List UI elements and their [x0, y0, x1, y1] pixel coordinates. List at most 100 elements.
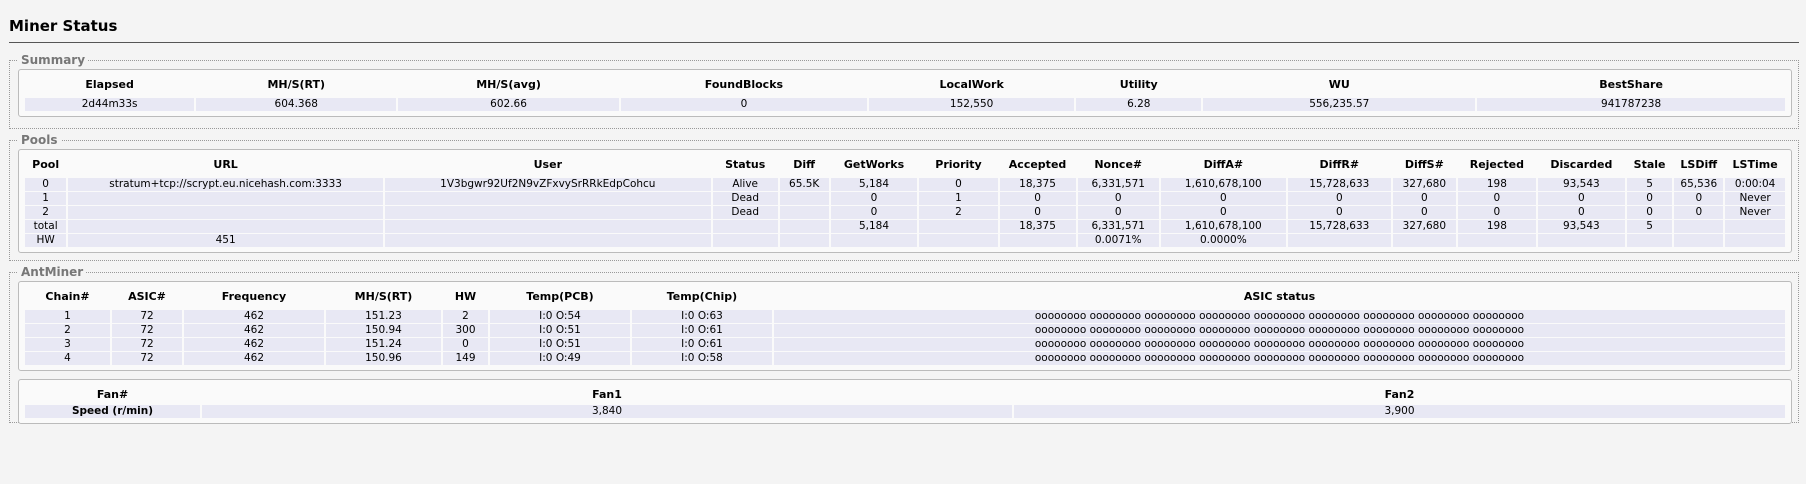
table-cell: 0	[830, 192, 918, 205]
table-cell	[779, 234, 829, 247]
table-cell: 1	[25, 310, 110, 323]
table-cell: 0	[1160, 206, 1286, 219]
table-cell: 1V3bgwr92Uf2N9vZFxvySrRRkEdpCohcu	[385, 178, 711, 191]
table-cell: Dead	[712, 192, 778, 205]
summary-header: Elapsed	[85, 78, 134, 91]
table-cell	[385, 220, 711, 233]
table-cell: oooooooo oooooooo oooooooo oooooooo oooo…	[774, 310, 1785, 323]
table-cell: 0	[25, 178, 67, 191]
table-cell	[779, 220, 829, 233]
antminer-header: Temp(PCB)	[526, 290, 594, 303]
table-cell: 72	[112, 352, 182, 365]
table-cell: 0	[1392, 206, 1456, 219]
table-cell	[1537, 234, 1625, 247]
chain-row: 3 72 462 151.24 0 I:0 O:51 I:0 O:61 oooooooo oo…	[25, 338, 1785, 351]
table-cell: 0.0071%	[1077, 234, 1159, 247]
summary-best-share: 941787238	[1477, 98, 1785, 111]
table-cell: I:0 O:51	[490, 338, 630, 351]
table-cell: 4	[25, 352, 110, 365]
table-cell: 462	[184, 310, 324, 323]
table-cell: 0	[1537, 192, 1625, 205]
table-cell	[779, 206, 829, 219]
table-cell: I:0 O:51	[490, 324, 630, 337]
antminer-fan-box: Fan# Fan1 Fan2 Speed (r/min) 3,840 3,900	[18, 379, 1792, 424]
table-cell	[712, 220, 778, 233]
table-cell	[830, 234, 918, 247]
table-cell: HW	[25, 234, 67, 247]
table-cell: 198	[1457, 178, 1536, 191]
antminer-header: HW	[454, 290, 477, 303]
pools-header: LSDiff	[1680, 158, 1718, 171]
table-cell: Never	[1725, 206, 1785, 219]
table-cell: 93,543	[1537, 220, 1625, 233]
table-cell: 15,728,633	[1287, 178, 1391, 191]
pool-row: total 5,184 18,375 6,331,571 1,610,678,100 15…	[25, 220, 1785, 233]
pools-box: Pool URL User Status Diff GetWorks Prior…	[18, 149, 1792, 253]
fan-header: Fan#	[96, 388, 129, 401]
summary-mhs-avg: 602.66	[398, 98, 619, 111]
summary-values-row: 2d44m33s 604.368 602.66 0 152,550 6.28 5…	[25, 98, 1785, 111]
table-cell: Alive	[712, 178, 778, 191]
table-cell	[999, 234, 1076, 247]
pools-header: User	[533, 158, 562, 171]
table-cell: 149	[443, 352, 488, 365]
table-cell: I:0 O:49	[490, 352, 630, 365]
summary-header: Utility	[1119, 78, 1158, 91]
summary-header: WU	[1328, 78, 1350, 91]
table-cell	[712, 234, 778, 247]
table-cell: Dead	[712, 206, 778, 219]
table-cell: stratum+tcp://scrypt.eu.nicehash.com:333…	[68, 178, 383, 191]
table-cell: 0	[443, 338, 488, 351]
summary-wu: 556,235.57	[1203, 98, 1476, 111]
table-cell	[919, 234, 998, 247]
chain-row: 1 72 462 151.23 2 I:0 O:54 I:0 O:63 oooooooo oo…	[25, 310, 1785, 323]
summary-header: BestShare	[1599, 78, 1663, 91]
table-cell	[68, 220, 383, 233]
table-cell: 0	[1077, 206, 1159, 219]
antminer-header: Chain#	[45, 290, 90, 303]
pools-section: Pools Pool URL User Status Diff GetWorks…	[9, 133, 1799, 261]
pools-table: Pool URL User Status Diff GetWorks Prior…	[23, 154, 1787, 248]
table-cell	[1392, 234, 1456, 247]
pools-header: DiffA#	[1203, 158, 1244, 171]
table-cell: 327,680	[1392, 178, 1456, 191]
table-cell: oooooooo oooooooo oooooooo oooooooo oooo…	[774, 324, 1785, 337]
summary-local-work: 152,550	[869, 98, 1075, 111]
pools-header: DiffS#	[1404, 158, 1444, 171]
summary-header: LocalWork	[939, 78, 1004, 91]
table-cell: 1,610,678,100	[1160, 220, 1286, 233]
chain-row: 2 72 462 150.94 300 I:0 O:51 I:0 O:61 oooooooo …	[25, 324, 1785, 337]
table-cell	[1626, 234, 1673, 247]
pool-row: 1 Dead 0 1 0 0 0 0 0 0 0 0 0 Never	[25, 192, 1785, 205]
antminer-header: MH/S(RT)	[354, 290, 413, 303]
summary-legend: Summary	[21, 53, 86, 67]
summary-header: MH/S(avg)	[476, 78, 541, 91]
fan-header: Fan2	[1384, 388, 1415, 401]
table-cell: 151.24	[326, 338, 441, 351]
table-cell: 451	[68, 234, 383, 247]
summary-box: Elapsed MH/S(RT) MH/S(avg) FoundBlocks L…	[18, 69, 1792, 117]
antminer-header: Temp(Chip)	[666, 290, 738, 303]
pools-header: LSTime	[1732, 158, 1778, 171]
summary-table: Elapsed MH/S(RT) MH/S(avg) FoundBlocks L…	[23, 74, 1787, 112]
table-cell	[385, 192, 711, 205]
table-cell	[1674, 234, 1724, 247]
table-cell	[1287, 234, 1391, 247]
table-cell: 0	[1626, 206, 1673, 219]
table-cell: 327,680	[1392, 220, 1456, 233]
table-cell: 0	[1287, 192, 1391, 205]
antminer-legend: AntMiner	[21, 265, 84, 279]
table-cell: 150.96	[326, 352, 441, 365]
table-cell: 65.5K	[779, 178, 829, 191]
fan-header: Fan1	[592, 388, 622, 401]
table-cell: 0	[999, 192, 1076, 205]
pools-header: Stale	[1633, 158, 1666, 171]
table-cell	[779, 192, 829, 205]
table-cell: 462	[184, 352, 324, 365]
table-cell: 1	[919, 192, 998, 205]
table-cell: 72	[112, 310, 182, 323]
table-cell: 150.94	[326, 324, 441, 337]
table-cell: 0	[1287, 206, 1391, 219]
table-cell: 0	[1457, 192, 1536, 205]
pools-header: DiffR#	[1319, 158, 1360, 171]
